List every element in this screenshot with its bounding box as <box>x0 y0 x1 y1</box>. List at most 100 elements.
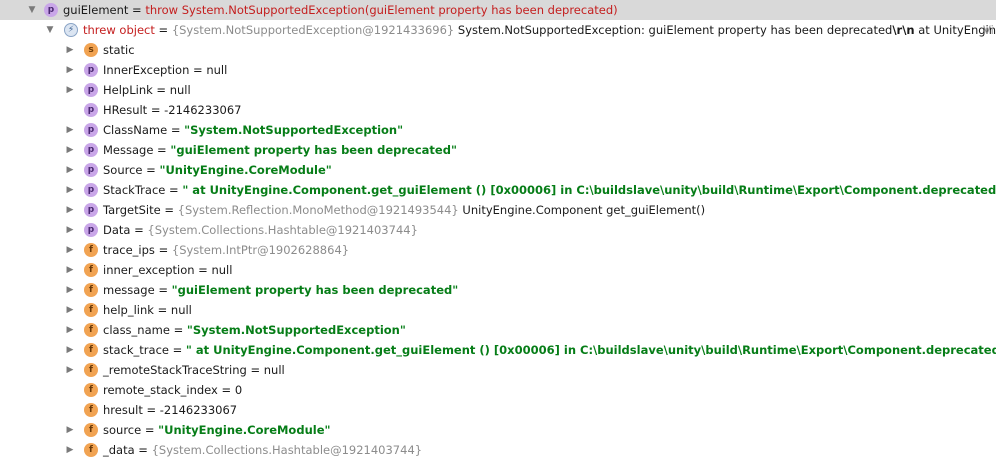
tree-row-member[interactable]: ▶ f _data = {System.Collections.Hashtable@… <box>0 440 996 460</box>
property-icon: p <box>84 163 98 177</box>
tree-row-member[interactable]: ▶ f class_name = "System.NotSupportedExcep… <box>0 320 996 340</box>
tree-row-member[interactable]: ▶ f message = "guiElement property has bee… <box>0 280 996 300</box>
property-icon: p <box>84 223 98 237</box>
variable-name: Data <box>103 223 131 237</box>
expand-right-arrow-icon[interactable]: ▶ <box>65 200 75 220</box>
tree-row-member[interactable]: ▶ p TargetSite = {System.Reflection.MonoMe… <box>0 200 996 220</box>
field-icon: f <box>84 403 98 417</box>
object-description: System.NotSupportedException: guiElement… <box>454 23 893 37</box>
variable-name: class_name <box>103 323 170 337</box>
expand-right-arrow-icon[interactable]: ▶ <box>65 160 75 180</box>
variable-value: "System.NotSupportedException" <box>184 123 404 137</box>
variable-name: StackTrace <box>103 183 166 197</box>
expand-right-arrow-icon[interactable]: ▶ <box>65 240 75 260</box>
tree-row-root[interactable]: ▼ p guiElement = throw System.NotSupport… <box>0 0 996 20</box>
object-reference: {System.IntPtr@1902628864} <box>171 243 350 257</box>
object-reference: {System.Reflection.MonoMethod@1921493544… <box>177 203 459 217</box>
expand-right-arrow-icon[interactable]: ▶ <box>65 360 75 380</box>
expand-right-arrow-icon[interactable]: ▶ <box>65 60 75 80</box>
debugger-variables-tree: ▼ p guiElement = throw System.NotSupport… <box>0 0 996 457</box>
tree-row-member[interactable]: ▶ p StackTrace = " at UnityEngine.Componen… <box>0 180 996 200</box>
expand-right-arrow-icon[interactable]: ▶ <box>65 80 75 100</box>
property-icon: p <box>84 63 98 77</box>
tree-row-member[interactable]: ▶ f help_link = null <box>0 300 996 320</box>
field-icon: f <box>84 323 98 337</box>
variable-value: 0 <box>234 383 243 397</box>
variable-value: UnityEngine.Component get_guiElement() <box>458 203 706 217</box>
variable-name: guiElement <box>63 3 129 17</box>
tree-row-member[interactable]: f remote_stack_index = 0 <box>0 380 996 400</box>
expand-right-arrow-icon[interactable]: ▶ <box>65 180 75 200</box>
tree-row-member[interactable]: ▶ p HelpLink = null <box>0 80 996 100</box>
tree-row-member[interactable]: ▶ p Source = "UnityEngine.CoreModule" <box>0 160 996 180</box>
expand-right-arrow-icon[interactable]: ▶ <box>65 280 75 300</box>
variable-name: ClassName <box>103 123 168 137</box>
tree-row-member[interactable]: ▶ f stack_trace = " at UnityEngine.Compone… <box>0 340 996 360</box>
static-icon: s <box>84 43 98 57</box>
variable-name: TargetSite <box>103 203 161 217</box>
property-icon: p <box>84 183 98 197</box>
field-icon: f <box>84 283 98 297</box>
variable-name: help_link <box>103 303 154 317</box>
variable-value: "guiElement property has been deprecated… <box>171 283 459 297</box>
expand-right-arrow-icon[interactable]: ▶ <box>65 420 75 440</box>
tree-row-member[interactable]: ▶ f source = "UnityEngine.CoreModule" <box>0 420 996 440</box>
expand-right-arrow-icon[interactable]: ▶ <box>65 320 75 340</box>
field-icon: f <box>84 383 98 397</box>
variable-value: " at UnityEngine.Component.get_guiElemen… <box>185 343 996 357</box>
variable-value: null <box>263 363 285 377</box>
tree-row-member[interactable]: ▶ f inner_exception = null <box>0 260 996 280</box>
view-link[interactable]: Vi <box>983 20 994 40</box>
property-icon: p <box>84 123 98 137</box>
variable-name: trace_ips <box>103 243 155 257</box>
tree-row-member[interactable]: ▶ p InnerException = null <box>0 60 996 80</box>
variable-value: null <box>206 63 228 77</box>
expand-right-arrow-icon[interactable]: ▶ <box>65 440 75 460</box>
tree-row-member[interactable]: ▶ f _remoteStackTraceString = null <box>0 360 996 380</box>
variable-name: stack_trace <box>103 343 169 357</box>
variable-name: inner_exception <box>103 263 195 277</box>
tree-row-member[interactable]: f hresult = -2146233067 <box>0 400 996 420</box>
expand-right-arrow-icon[interactable]: ▶ <box>65 140 75 160</box>
exception-icon: ⚡ <box>64 23 78 37</box>
tree-row-member[interactable]: ▶ s static <box>0 40 996 60</box>
variable-value: "System.NotSupportedException" <box>186 323 406 337</box>
variable-name: hresult <box>103 403 143 417</box>
expand-right-arrow-icon[interactable]: ▶ <box>65 340 75 360</box>
tree-row-member[interactable]: p HResult = -2146233067 <box>0 100 996 120</box>
variable-value: throw System.NotSupportedException(guiEl… <box>145 3 618 17</box>
variable-value: " at UnityEngine.Component.get_guiElemen… <box>182 183 996 197</box>
field-icon: f <box>84 423 98 437</box>
tree-row-member[interactable]: ▶ f trace_ips = {System.IntPtr@1902628864} <box>0 240 996 260</box>
tree-row-member[interactable]: ▶ p Data = {System.Collections.Hashtable@1… <box>0 220 996 240</box>
tree-row-member[interactable]: ▶ p ClassName = "System.NotSupportedExcept… <box>0 120 996 140</box>
variable-value: null <box>169 83 191 97</box>
variable-name: HResult <box>103 103 148 117</box>
property-icon: p <box>84 103 98 117</box>
variable-value: "UnityEngine.CoreModule" <box>159 163 332 177</box>
expand-right-arrow-icon[interactable]: ▶ <box>65 120 75 140</box>
variable-name: Source <box>103 163 143 177</box>
expand-right-arrow-icon[interactable]: ▶ <box>65 40 75 60</box>
tree-row-threw-object[interactable]: ▼ ⚡ threw object = {System.NotSupportedE… <box>0 20 996 40</box>
variable-name: threw object <box>83 23 155 37</box>
field-icon: f <box>84 303 98 317</box>
variable-name: _remoteStackTraceString <box>103 363 247 377</box>
expand-right-arrow-icon[interactable]: ▶ <box>65 300 75 320</box>
expand-down-arrow-icon[interactable]: ▼ <box>27 0 37 20</box>
expand-right-arrow-icon[interactable]: ▶ <box>65 260 75 280</box>
tree-row-member[interactable]: ▶ p Message = "guiElement property has bee… <box>0 140 996 160</box>
variable-value: null <box>170 303 192 317</box>
property-icon: p <box>84 83 98 97</box>
variable-name: source <box>103 423 142 437</box>
variable-value: -2146233067 <box>159 403 238 417</box>
expand-down-arrow-icon[interactable]: ▼ <box>45 20 55 40</box>
field-icon: f <box>84 343 98 357</box>
expand-right-arrow-icon[interactable]: ▶ <box>65 220 75 240</box>
field-icon: f <box>84 263 98 277</box>
variable-name: message <box>103 283 155 297</box>
variable-value: null <box>211 263 233 277</box>
property-icon: p <box>44 3 58 17</box>
variable-value: "UnityEngine.CoreModule" <box>158 423 331 437</box>
variable-value: "guiElement property has been deprecated… <box>170 143 457 157</box>
